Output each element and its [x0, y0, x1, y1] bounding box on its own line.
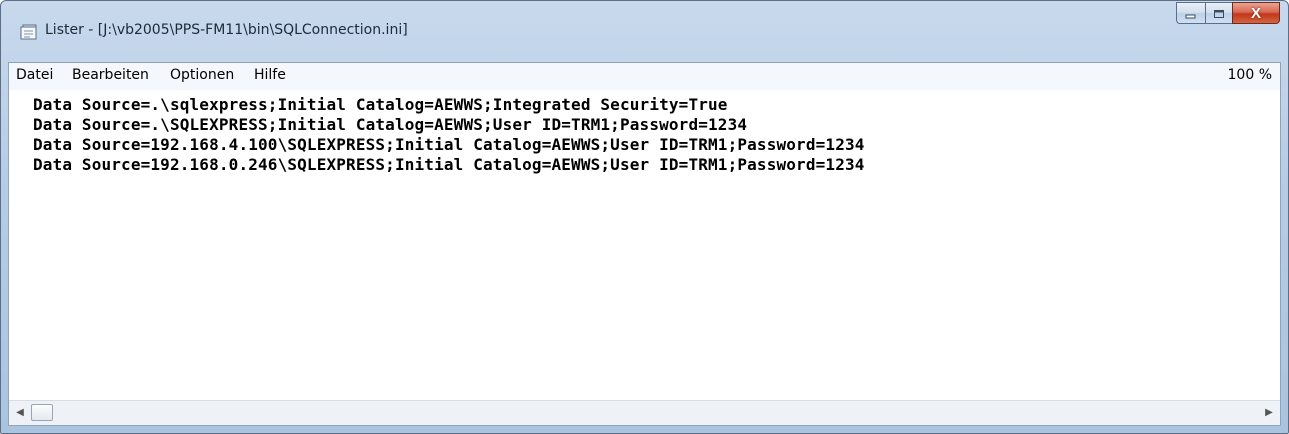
title-bar[interactable]: Lister - [J:\vb2005\PPS-FM11\bin\SQLConn… — [1, 1, 1288, 51]
minimize-button[interactable] — [1176, 2, 1205, 24]
file-content-view[interactable]: Data Source=.\sqlexpress;Initial Catalog… — [9, 90, 1280, 401]
minimize-icon — [1185, 4, 1197, 23]
lister-client-area: Datei Bearbeiten Optionen Hilfe 100 % Da… — [8, 62, 1281, 426]
menu-datei[interactable]: Datei — [16, 67, 53, 83]
menu-optionen[interactable]: Optionen — [170, 67, 234, 83]
file-line: Data Source=.\sqlexpress;Initial Catalog… — [33, 95, 728, 114]
menu-bearbeiten[interactable]: Bearbeiten — [72, 67, 149, 83]
scroll-right-arrow-icon[interactable]: ▶ — [1264, 407, 1274, 419]
horizontal-scrollbar[interactable]: ◀ ▶ — [9, 400, 1280, 425]
scrollbar-thumb[interactable] — [31, 404, 53, 421]
left-window-border[interactable] — [1, 51, 8, 433]
maximize-button[interactable] — [1205, 2, 1232, 24]
file-line: Data Source=192.168.0.246\SQLEXPRESS;Ini… — [33, 155, 865, 174]
close-icon: X — [1250, 4, 1261, 22]
close-button[interactable]: X — [1232, 2, 1280, 24]
right-window-border[interactable] — [1280, 51, 1288, 433]
maximize-icon — [1213, 4, 1225, 23]
caption-buttons: X — [1176, 2, 1280, 24]
file-line: Data Source=192.168.4.100\SQLEXPRESS;Ini… — [33, 135, 865, 154]
menu-bar: Datei Bearbeiten Optionen Hilfe 100 % — [9, 63, 1280, 91]
scroll-left-arrow-icon[interactable]: ◀ — [15, 407, 25, 419]
zoom-level: 100 % — [1227, 67, 1272, 83]
lister-window: Lister - [J:\vb2005\PPS-FM11\bin\SQLConn… — [0, 0, 1289, 434]
menu-hilfe[interactable]: Hilfe — [254, 67, 286, 83]
file-line: Data Source=.\SQLEXPRESS;Initial Catalog… — [33, 115, 748, 134]
lister-document-icon — [19, 23, 39, 41]
window-title: Lister - [J:\vb2005\PPS-FM11\bin\SQLConn… — [45, 22, 408, 38]
